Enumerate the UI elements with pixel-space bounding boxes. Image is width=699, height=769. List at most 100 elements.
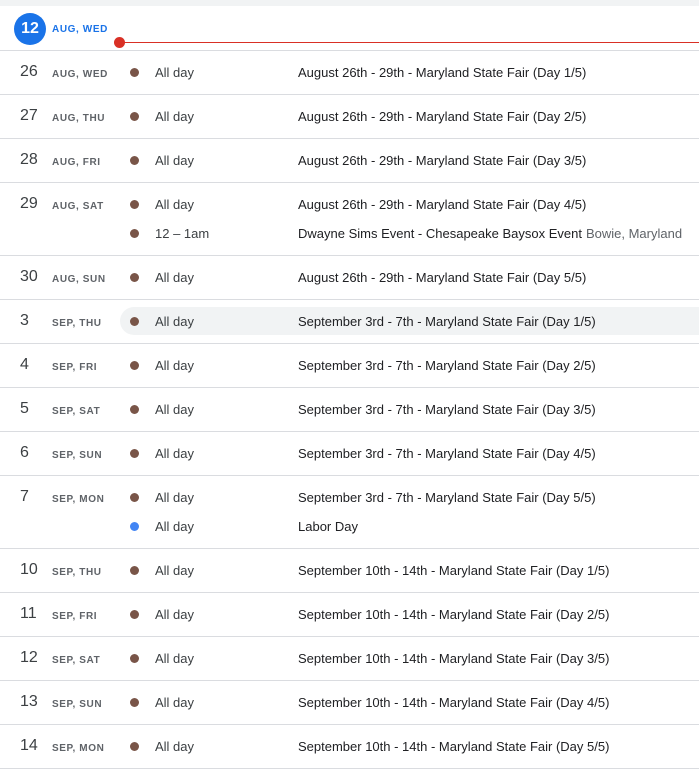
event-item[interactable]: All day September 10th - 14th - Maryland … [120,556,699,584]
event-time: All day [155,695,195,710]
event-time: All day [155,65,195,80]
event-time: All day [155,607,195,622]
event-title-text: August 26th - 29th - Maryland State Fair… [298,270,587,285]
day-row: 3 SEP, THU All day September 3rd - 7th - Ma… [0,300,699,344]
event-title: September 3rd - 7th - Maryland State Fai… [298,490,596,505]
current-time-line [120,42,699,43]
event-title: Labor Day [298,519,358,534]
event-item[interactable]: All day Labor Day [120,512,699,540]
event-title-text: September 3rd - 7th - Maryland State Fai… [298,358,596,373]
event-title: August 26th - 29th - Maryland State Fair… [298,153,586,168]
event-title-text: September 3rd - 7th - Maryland State Fai… [298,402,596,417]
event-color-dot [130,698,139,707]
event-item[interactable]: 12 – 1am Dwayne Sims Event - Chesapeake B… [120,219,699,247]
today-header: 12 AUG, WED [0,6,699,51]
event-title: September 3rd - 7th - Maryland State Fai… [298,446,596,461]
day-weekday-label: SEP, FRI [52,611,98,622]
day-number[interactable]: 10 [20,561,38,579]
event-title: September 10th - 14th - Maryland State F… [298,695,609,710]
day-number[interactable]: 27 [20,107,38,125]
event-title-text: Labor Day [298,519,358,534]
day-weekday-label: SEP, MON [52,743,105,754]
day-weekday-label: AUG, SAT [52,201,104,212]
day-number[interactable]: 30 [20,268,38,286]
event-location: Bowie, Maryland [585,226,683,241]
event-title: August 26th - 29th - Maryland State Fair… [298,197,586,212]
event-title: September 3rd - 7th - Maryland State Fai… [298,402,596,417]
event-color-dot [130,273,139,282]
event-item[interactable]: All day August 26th - 29th - Maryland Sta… [120,263,699,291]
event-item[interactable]: All day September 10th - 14th - Maryland … [120,732,699,760]
day-number[interactable]: 29 [20,195,38,213]
event-color-dot [130,68,139,77]
event-color-dot [130,566,139,575]
day-row: 10 SEP, THU All day September 10th - 14th -… [0,549,699,593]
day-row: 6 SEP, SUN All day September 3rd - 7th - Ma… [0,432,699,476]
event-title-text: September 3rd - 7th - Maryland State Fai… [298,490,596,505]
event-item[interactable]: All day September 10th - 14th - Maryland … [120,600,699,628]
event-title-text: September 3rd - 7th - Maryland State Fai… [298,314,596,329]
event-item[interactable]: All day September 10th - 14th - Maryland … [120,688,699,716]
event-color-dot [130,522,139,531]
day-number[interactable]: 3 [20,312,29,330]
event-title-text: Dwayne Sims Event - Chesapeake Baysox Ev… [298,226,582,241]
day-number[interactable]: 13 [20,693,38,711]
day-weekday-label: SEP, SAT [52,655,101,666]
day-number[interactable]: 4 [20,356,29,374]
day-number[interactable]: 7 [20,488,29,506]
event-title: August 26th - 29th - Maryland State Fair… [298,109,586,124]
event-item[interactable]: All day September 10th - 14th - Maryland … [120,644,699,672]
event-title-text: September 10th - 14th - Maryland State F… [298,695,610,710]
day-row: 12 SEP, SAT All day September 10th - 14th -… [0,637,699,681]
event-color-dot [130,200,139,209]
event-title-text: September 3rd - 7th - Maryland State Fai… [298,446,596,461]
day-row: 30 AUG, SUN All day August 26th - 29th - Ma… [0,256,699,300]
event-item[interactable]: All day September 3rd - 7th - Maryland St… [120,395,699,423]
event-title: September 10th - 14th - Maryland State F… [298,607,609,622]
event-color-dot [130,156,139,165]
day-number[interactable]: 12 [20,649,38,667]
day-number[interactable]: 26 [20,63,38,81]
event-item[interactable]: All day August 26th - 29th - Maryland Sta… [120,190,699,218]
day-weekday-label: AUG, FRI [52,157,101,168]
today-date-badge[interactable]: 12 [14,13,46,45]
event-time: All day [155,563,195,578]
today-day-label: AUG, WED [52,24,108,35]
event-title: September 10th - 14th - Maryland State F… [298,563,609,578]
event-item[interactable]: All day September 3rd - 7th - Maryland St… [120,307,699,335]
event-color-dot [130,742,139,751]
event-color-dot [130,112,139,121]
event-title: September 10th - 14th - Maryland State F… [298,651,609,666]
day-row: 28 AUG, FRI All day August 26th - 29th - Ma… [0,139,699,183]
event-color-dot [130,654,139,663]
event-title: August 26th - 29th - Maryland State Fair… [298,65,586,80]
day-row: 27 AUG, THU All day August 26th - 29th - Ma… [0,95,699,139]
day-number[interactable]: 6 [20,444,29,462]
event-time: All day [155,402,195,417]
event-time: 12 – 1am [155,226,210,241]
day-number[interactable]: 11 [20,605,37,623]
event-time: All day [155,314,195,329]
event-time: All day [155,197,195,212]
day-weekday-label: SEP, SAT [52,406,101,417]
day-row: 29 AUG, SAT All day August 26th - 29th - Ma… [0,183,699,256]
day-weekday-label: AUG, WED [52,69,108,80]
event-item[interactable]: All day August 26th - 29th - Maryland Sta… [120,102,699,130]
day-number[interactable]: 5 [20,400,29,418]
day-row: 13 SEP, SUN All day September 10th - 14th -… [0,681,699,725]
day-weekday-label: AUG, SUN [52,274,106,285]
event-title: September 10th - 14th - Maryland State F… [298,739,609,754]
event-title-text: September 10th - 14th - Maryland State F… [298,563,610,578]
event-title: Dwayne Sims Event - Chesapeake Baysox Ev… [298,226,682,241]
day-weekday-label: SEP, THU [52,318,102,329]
event-item[interactable]: All day August 26th - 29th - Maryland Sta… [120,146,699,174]
event-item[interactable]: All day September 3rd - 7th - Maryland St… [120,351,699,379]
event-item[interactable]: All day September 3rd - 7th - Maryland St… [120,483,699,511]
day-weekday-label: SEP, THU [52,567,102,578]
day-number[interactable]: 28 [20,151,38,169]
day-weekday-label: AUG, THU [52,113,106,124]
event-color-dot [130,449,139,458]
event-item[interactable]: All day September 3rd - 7th - Maryland St… [120,439,699,467]
event-item[interactable]: All day August 26th - 29th - Maryland Sta… [120,58,699,86]
day-number[interactable]: 14 [20,737,38,755]
